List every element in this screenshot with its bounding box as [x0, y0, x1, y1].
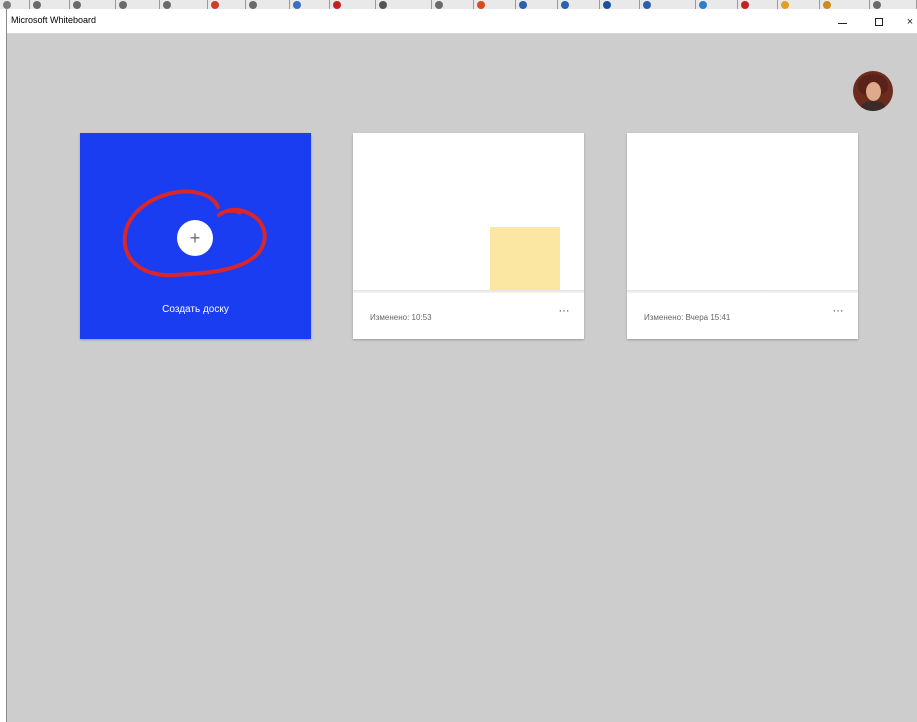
minimize-button[interactable]: [824, 9, 860, 34]
background-tab: [778, 0, 820, 9]
board-modified-time: Изменено: 10:53: [370, 313, 432, 322]
background-tab: [330, 0, 376, 9]
background-tab: [30, 0, 70, 9]
background-tab: [208, 0, 246, 9]
close-icon: ×: [906, 15, 914, 28]
maximize-icon: [875, 17, 883, 26]
more-options-button[interactable]: ···: [827, 305, 849, 321]
avatar-face: [866, 82, 881, 101]
background-tab: [246, 0, 290, 9]
close-button[interactable]: ×: [898, 9, 917, 34]
background-tab: [558, 0, 600, 9]
background-browser-tabstrip: [0, 0, 917, 9]
create-board-tile[interactable]: + Создать доску: [80, 133, 311, 339]
background-tab: [870, 0, 917, 9]
background-tab: [516, 0, 558, 9]
background-tab: [696, 0, 738, 9]
background-tab: [432, 0, 474, 9]
app-title: Microsoft Whiteboard: [11, 15, 97, 25]
background-tab: [738, 0, 778, 9]
board-thumbnail[interactable]: [353, 133, 584, 290]
background-tab: [116, 0, 160, 9]
tile-divider: [627, 290, 858, 293]
background-tab: [160, 0, 208, 9]
background-tab: [474, 0, 516, 9]
background-tab: [290, 0, 330, 9]
board-thumbnail[interactable]: [627, 133, 858, 290]
sticky-note: [490, 227, 560, 290]
background-tab: [0, 0, 30, 9]
background-tab: [376, 0, 432, 9]
board-tile[interactable]: Изменено: Вчера 15:41 ···: [627, 133, 858, 339]
background-tab: [640, 0, 696, 9]
tile-divider: [353, 290, 584, 293]
user-avatar[interactable]: [853, 71, 893, 111]
title-bar[interactable]: Microsoft Whiteboard ×: [7, 9, 917, 34]
whiteboard-window: Microsoft Whiteboard × + Создать доску И…: [6, 9, 917, 722]
more-options-button[interactable]: ···: [553, 305, 575, 321]
plus-icon: +: [189, 227, 201, 248]
background-tab: [600, 0, 640, 9]
add-icon[interactable]: +: [177, 220, 213, 256]
avatar-shoulders: [861, 101, 885, 111]
maximize-button[interactable]: [861, 9, 897, 34]
board-tile[interactable]: Изменено: 10:53 ···: [353, 133, 584, 339]
background-tab: [820, 0, 870, 9]
create-board-label: Создать доску: [162, 304, 229, 315]
minimize-icon: [837, 23, 847, 24]
board-modified-time: Изменено: Вчера 15:41: [644, 313, 731, 322]
background-tab: [70, 0, 116, 9]
